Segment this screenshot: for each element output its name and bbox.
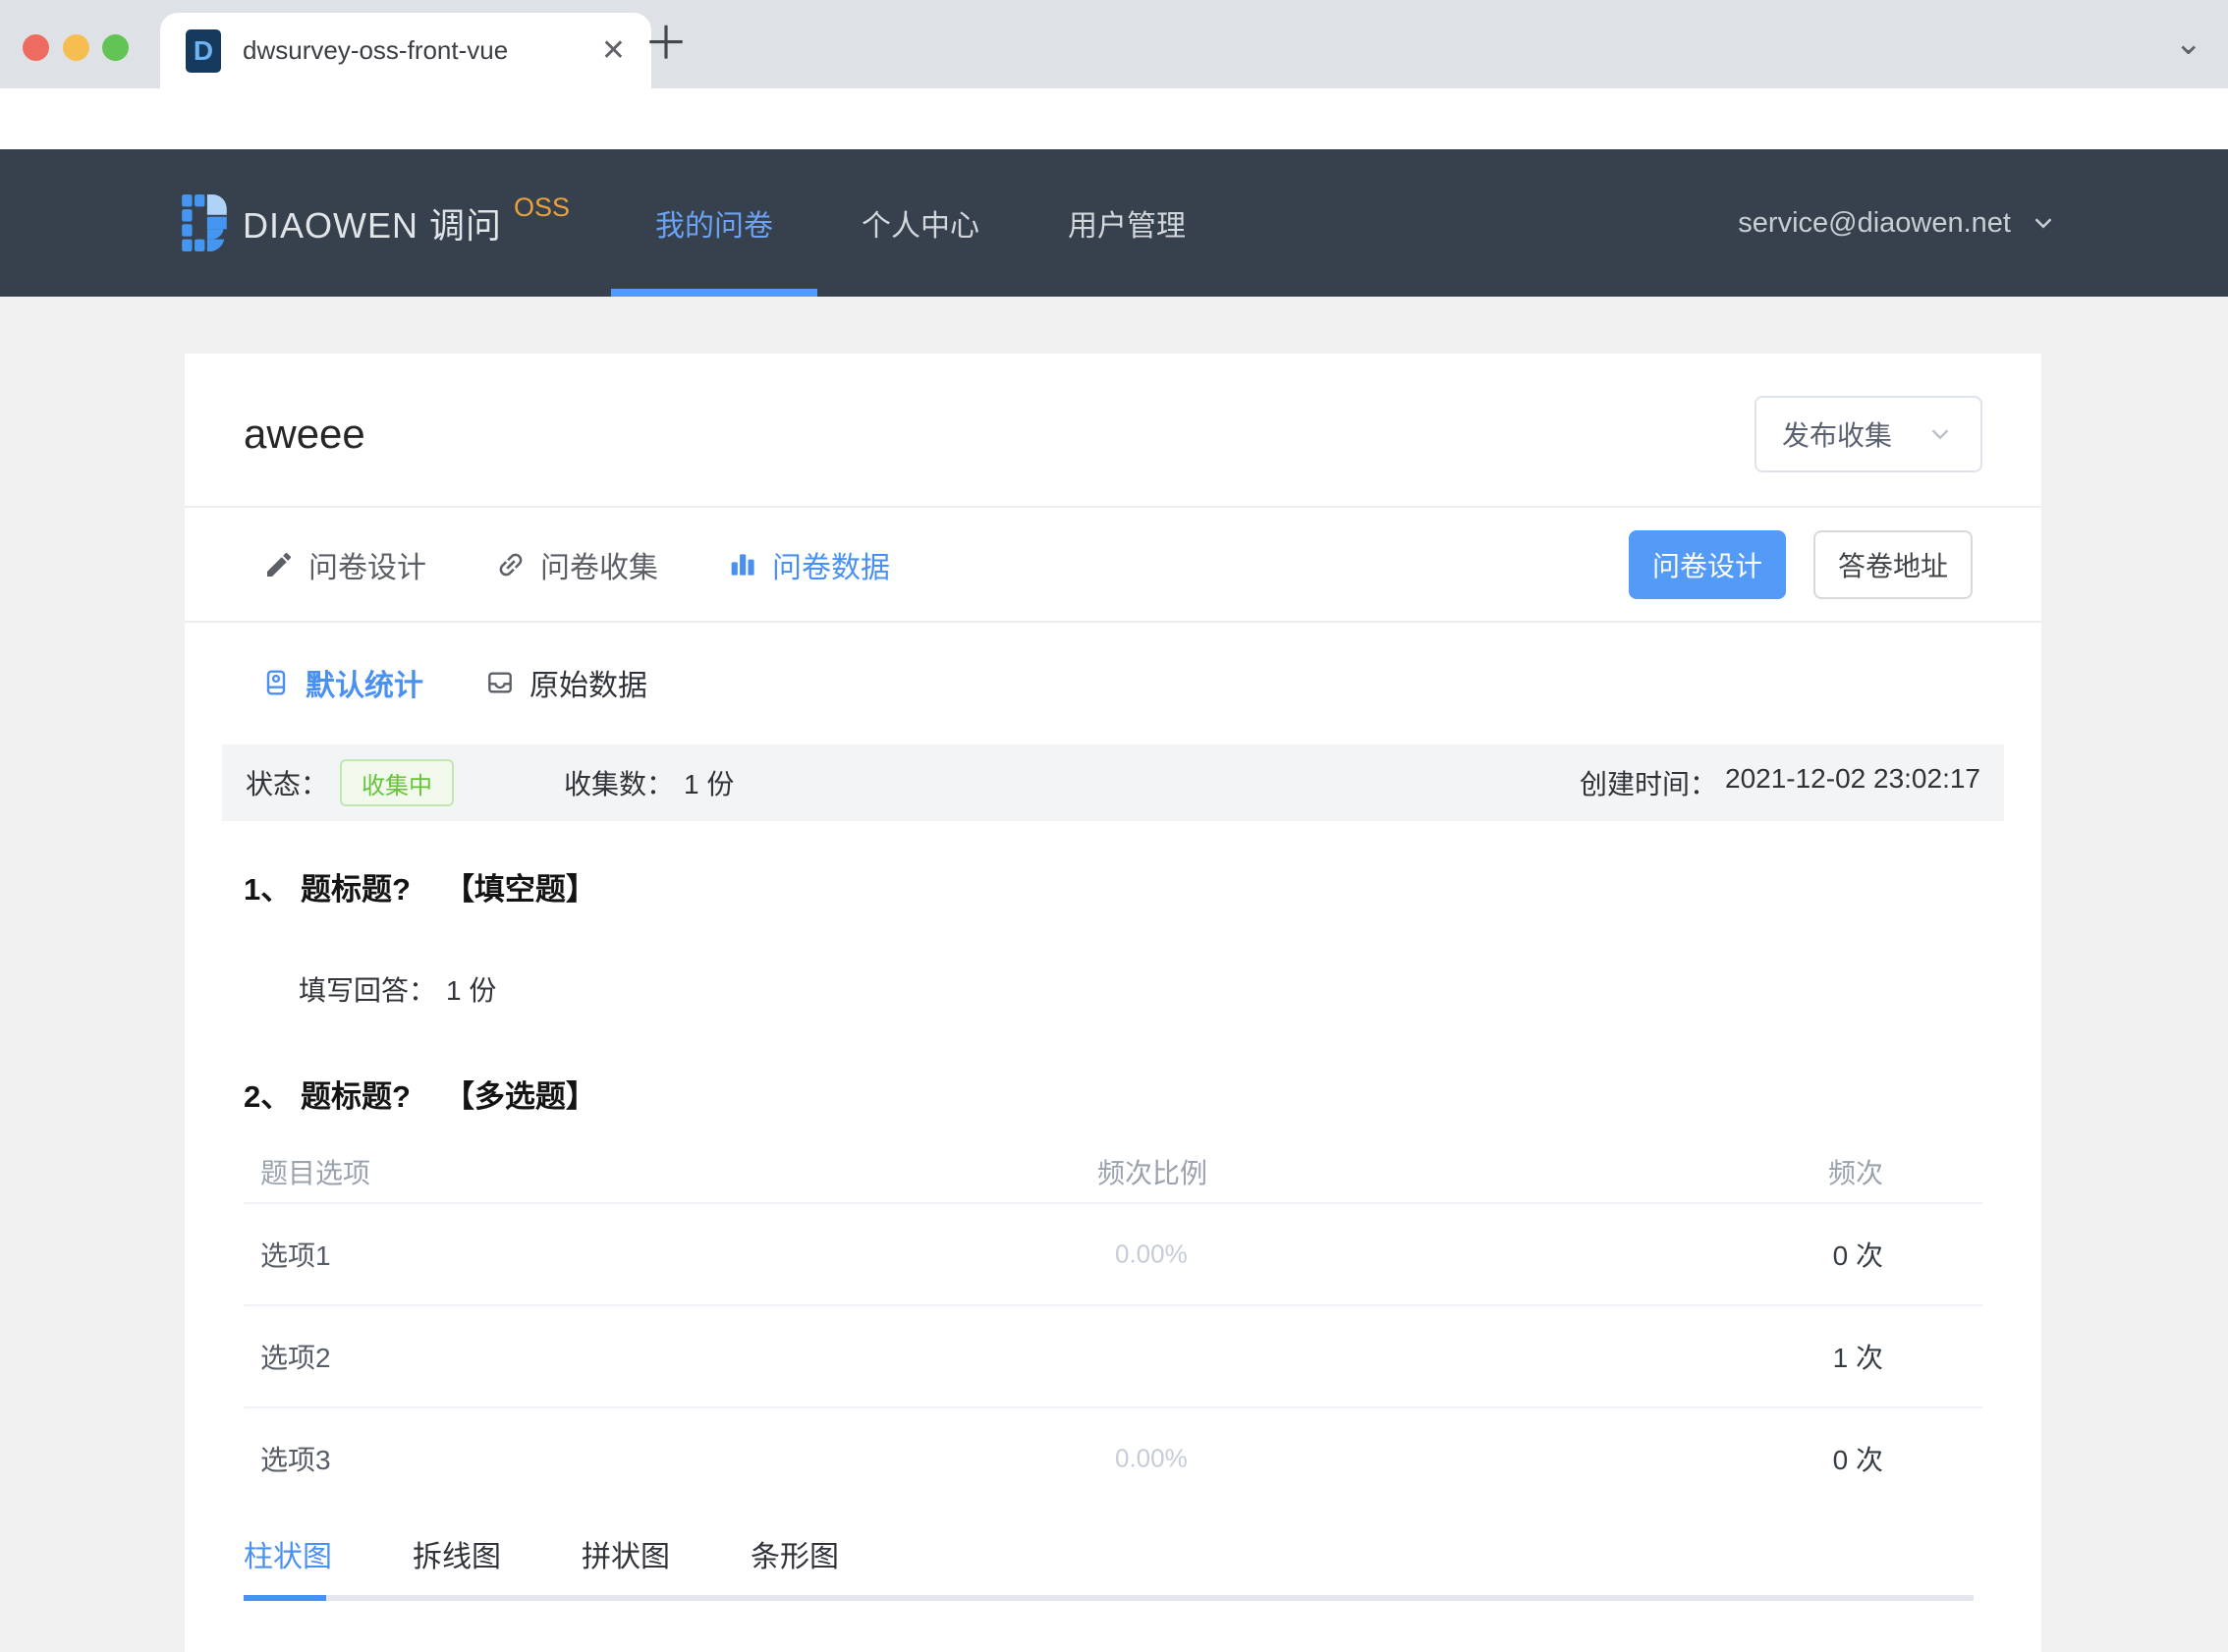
collect-count-label: 收集数： — [564, 769, 675, 799]
status-label: 状态： — [246, 769, 329, 799]
new-tab-button[interactable]: ＋ — [643, 14, 689, 73]
nav-item-user-management[interactable]: 用户管理 — [1024, 149, 1230, 297]
table-row: 选项3 0.00% 0 次 — [244, 1406, 1982, 1509]
window-close-button[interactable] — [23, 34, 49, 61]
brand-logo[interactable]: DIAOWEN 调问 OSS — [182, 149, 570, 297]
answer-value: 1 份 — [446, 975, 497, 1006]
collect-count: 收集数： 1 份 — [564, 763, 734, 802]
tab-close-icon[interactable]: ✕ — [601, 33, 626, 68]
nav-item-personal-center[interactable]: 个人中心 — [817, 149, 1024, 297]
subtab-label: 默认统计 — [306, 669, 423, 702]
window-minimize-button[interactable] — [63, 34, 89, 61]
question-title: 题标题? — [301, 872, 411, 907]
chart-tab-pie[interactable]: 拼状图 — [582, 1532, 670, 1575]
option-label: 选项1 — [260, 1240, 331, 1271]
tab-label: 问卷收集 — [540, 551, 658, 584]
chart-tabs-underline — [244, 1595, 1974, 1601]
question-type: 【多选题】 — [443, 1079, 596, 1114]
inbox-icon — [488, 671, 512, 693]
browser-tab-strip: D dwsurvey-oss-front-vue ✕ ＋ ⌄ — [0, 0, 2228, 88]
question-1-answer-line[interactable]: 填写回答： 1 份 — [299, 969, 1982, 1009]
frequency-count: 0 次 — [1832, 1240, 1883, 1271]
table-row: 选项2 100.00% 1 次 — [244, 1304, 1982, 1406]
account-menu[interactable]: service@diaowen.net — [1738, 149, 2058, 297]
link-icon — [499, 553, 523, 576]
chart-tab-line[interactable]: 拆线图 — [413, 1532, 501, 1575]
survey-title: aweee — [244, 410, 365, 457]
subtab-raw-data[interactable]: 原始数据 — [484, 661, 647, 704]
table-header-row: 题目选项 频次比例 频次 — [244, 1141, 1982, 1202]
card-header: aweee 发布收集 — [244, 354, 1982, 506]
window-zoom-button[interactable] — [102, 34, 129, 61]
question-2-heading: 2、 题标题? 【多选题】 — [244, 1072, 1982, 1116]
question-type: 【填空题】 — [443, 872, 596, 907]
chart-tabs-active-indicator — [244, 1595, 326, 1601]
status-bar: 状态： 收集中 收集数： 1 份 创建时间： 2021-12-02 23:02:… — [222, 744, 2004, 821]
account-email: service@diaowen.net — [1738, 206, 2011, 239]
page-background: aweee 发布收集 问卷设计 问卷收集 问卷数据 问卷设计 答卷地址 默认统计… — [0, 297, 2228, 1652]
publish-collect-select[interactable]: 发布收集 — [1755, 395, 1982, 472]
brand-name: DIAOWEN 调问 — [243, 205, 503, 246]
answer-url-button[interactable]: 答卷地址 — [1813, 529, 1973, 599]
survey-tabs-row: 问卷设计 问卷收集 问卷数据 问卷设计 答卷地址 — [244, 508, 1982, 621]
frequency-count: 0 次 — [1832, 1445, 1883, 1475]
status-badge: 收集中 — [340, 759, 455, 806]
column-header-frequency: 频次 — [1827, 1158, 1883, 1188]
stats-subtabs-row: 默认统计 原始数据 — [244, 623, 1982, 742]
created-time-label: 创建时间： — [1579, 769, 1717, 799]
brand-badge: OSS — [514, 192, 571, 222]
option-frequency-table: 题目选项 频次比例 频次 选项1 0.00% 0 次 选项2 — [244, 1141, 1982, 1509]
question-title: 题标题? — [301, 1079, 411, 1114]
tab-label: 问卷数据 — [772, 551, 890, 584]
browser-toolbar: localhost:8083/#/dw/survey/d/chart/c98fa… — [0, 88, 2228, 235]
chart-type-tabs: 柱状图 拆线图 拼状图 条形图 — [244, 1534, 1982, 1573]
subtab-label: 原始数据 — [529, 669, 647, 702]
collect-count-value: 1 份 — [684, 769, 735, 799]
option-label: 选项3 — [260, 1445, 331, 1475]
question-number: 1、 — [244, 872, 292, 907]
chart-tab-bar[interactable]: 条形图 — [751, 1532, 839, 1575]
header-actions: 问卷设计 答卷地址 — [1629, 529, 1973, 599]
created-time: 创建时间： 2021-12-02 23:02:17 — [1580, 763, 1980, 802]
bar-chart-icon — [731, 553, 754, 576]
tab-survey-design[interactable]: 问卷设计 — [263, 543, 426, 586]
frequency-count: 1 次 — [1832, 1343, 1883, 1373]
chevron-down-icon — [2034, 218, 2052, 229]
publish-collect-value: 发布收集 — [1782, 419, 1893, 451]
diaowen-logo-icon — [182, 194, 227, 251]
survey-card: aweee 发布收集 问卷设计 问卷收集 问卷数据 问卷设计 答卷地址 默认统计… — [185, 354, 2041, 1652]
nav-links: 我的问卷 个人中心 用户管理 — [611, 149, 1230, 297]
favicon-icon: D — [186, 28, 221, 73]
answer-label: 填写回答： — [299, 975, 437, 1006]
table-row: 选项1 0.00% 0 次 — [244, 1202, 1982, 1304]
tag-icon — [266, 669, 286, 695]
tab-survey-data[interactable]: 问卷数据 — [727, 543, 890, 586]
nav-item-my-surveys[interactable]: 我的问卷 — [611, 149, 817, 297]
tab-label: 问卷设计 — [308, 551, 426, 584]
option-label: 选项2 — [260, 1343, 331, 1373]
design-survey-button[interactable]: 问卷设计 — [1629, 529, 1786, 599]
column-header-option: 题目选项 — [260, 1158, 371, 1188]
chevron-down-icon — [1931, 428, 1949, 440]
subtab-default-stats[interactable]: 默认统计 — [260, 661, 423, 704]
created-time-value: 2021-12-02 23:02:17 — [1725, 763, 1980, 794]
chart-tab-column[interactable]: 柱状图 — [244, 1532, 332, 1575]
column-header-ratio: 频次比例 — [1097, 1158, 1208, 1188]
question-1-heading: 1、 题标题? 【填空题】 — [244, 864, 1982, 909]
app-navbar: DIAOWEN 调问 OSS 我的问卷 个人中心 用户管理 service@di… — [0, 149, 2228, 297]
browser-tab[interactable]: D dwsurvey-oss-front-vue ✕ — [160, 13, 651, 88]
tab-title: dwsurvey-oss-front-vue — [243, 35, 509, 65]
pencil-icon — [267, 552, 292, 577]
tab-list-chevron-icon[interactable]: ⌄ — [2175, 24, 2203, 63]
tab-survey-collect[interactable]: 问卷收集 — [495, 543, 658, 586]
question-number: 2、 — [244, 1079, 292, 1114]
